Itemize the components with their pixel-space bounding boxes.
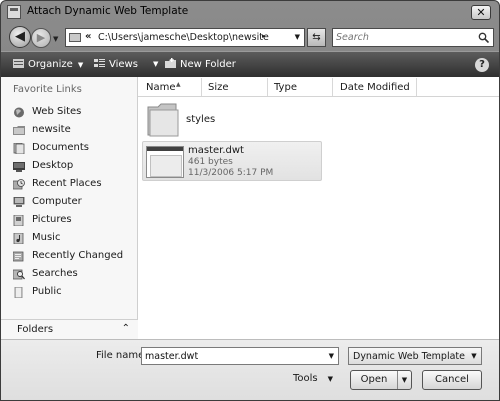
column-size[interactable]: Size (208, 82, 229, 93)
new-folder-icon (165, 58, 176, 68)
list-item-master-dwt[interactable]: master.dwt 461 bytes 11/3/2006 5:17 PM (142, 141, 322, 181)
column-divider[interactable] (416, 78, 417, 96)
sidebar-item-label: Web Sites (32, 106, 82, 117)
bottom-panel: File name: ▼ Dynamic Web Template (*.dw … (1, 339, 499, 400)
organize-button[interactable]: Organize ▼ (13, 58, 83, 70)
dialog-window: Attach Dynamic Web Template ✕ ◀ ▶ ▼ « C:… (0, 0, 500, 401)
sidebar-item-label: Music (32, 232, 61, 243)
folders-label: Folders (17, 324, 54, 335)
command-toolbar: Organize ▼ Views ▼ New Folder ? (1, 51, 499, 77)
folder-icon (147, 103, 179, 137)
chevron-down-icon[interactable]: ▼ (329, 352, 334, 360)
file-size: 461 bytes (188, 157, 233, 167)
file-list: Name ▲ Size Type Date Modified styles ma… (138, 77, 499, 339)
search-input[interactable] (336, 30, 472, 45)
views-label: Views (109, 59, 138, 70)
breadcrumb-arrow[interactable]: ▸ (262, 32, 266, 40)
refresh-button[interactable]: ⇆ (307, 28, 326, 47)
public-icon (14, 287, 23, 298)
sidebar-item-label: Desktop (32, 160, 74, 171)
folder-name: styles (186, 114, 216, 125)
document-thumbnail-icon (146, 146, 184, 178)
column-header-row: Name ▲ Size Type Date Modified (138, 77, 499, 97)
views-button[interactable]: Views (94, 58, 138, 70)
sidebar-item-label: Recent Places (32, 178, 102, 189)
file-name-input[interactable] (145, 349, 315, 363)
file-type-value: Dynamic Web Template (*.dw (353, 351, 482, 362)
column-divider[interactable] (332, 78, 333, 96)
music-icon (13, 233, 24, 244)
sidebar-item-label: Recently Changed (32, 250, 124, 261)
sidebar-item-label: Documents (32, 142, 90, 153)
organize-icon (13, 59, 24, 68)
close-button[interactable]: ✕ (471, 5, 491, 20)
help-icon[interactable]: ? (475, 58, 489, 72)
sort-ascending-icon: ▲ (176, 81, 181, 88)
file-name: master.dwt (188, 145, 244, 156)
open-options-dropdown[interactable]: ▼ (397, 371, 411, 389)
refresh-icon: ⇆ (312, 32, 321, 43)
folder-icon (69, 33, 81, 42)
column-divider[interactable] (201, 78, 202, 96)
column-name[interactable]: Name ▲ (146, 81, 181, 93)
back-button[interactable]: ◀ (9, 26, 31, 48)
open-label: Open (360, 374, 388, 385)
new-folder-button[interactable]: New Folder (165, 58, 236, 70)
tools-menu-button[interactable]: Tools ▼ (293, 373, 333, 384)
file-name-label: File name: (96, 350, 148, 361)
folder-icon (13, 126, 25, 135)
breadcrumb-overflow[interactable]: « (85, 31, 91, 42)
app-icon (7, 5, 21, 19)
file-type-select[interactable]: Dynamic Web Template (*.dw ▼ (348, 347, 482, 365)
chevron-down-icon: ▼ (327, 375, 334, 383)
title-bar: Attach Dynamic Web Template ✕ (1, 1, 499, 23)
searches-icon (13, 269, 25, 280)
sidebar-item-label: newsite (32, 124, 71, 135)
navigation-pane: Favorite Links Web Sites newsite Documen… (1, 77, 138, 339)
folders-toggle[interactable]: Folders ⌃ (1, 319, 138, 339)
chevron-down-icon[interactable]: ▼ (467, 348, 481, 364)
sidebar-item-label: Public (32, 286, 62, 297)
desktop-icon (13, 162, 25, 172)
sidebar-item-label: Searches (32, 268, 78, 279)
favorite-links-heading: Favorite Links (13, 84, 82, 95)
column-divider[interactable] (267, 78, 268, 96)
globe-icon (14, 107, 24, 118)
search-box[interactable] (332, 28, 494, 47)
address-bar[interactable]: « C:\Users\jamesche\Desktop\newsite ▸ ▼ (65, 28, 305, 47)
pictures-icon (13, 215, 24, 226)
column-date-modified[interactable]: Date Modified (340, 82, 410, 93)
file-name-combobox[interactable]: ▼ (141, 347, 339, 365)
column-type[interactable]: Type (274, 82, 297, 93)
address-row: ◀ ▶ ▼ « C:\Users\jamesche\Desktop\newsit… (1, 23, 499, 51)
chevron-up-icon: ⌃ (121, 323, 130, 334)
sidebar-item-label: Computer (32, 196, 82, 207)
recent-pages-dropdown[interactable]: ▼ (53, 35, 58, 43)
forward-button[interactable]: ▶ (31, 28, 51, 48)
documents-icon (13, 143, 25, 154)
breadcrumb-path[interactable]: C:\Users\jamesche\Desktop\newsite (98, 32, 269, 43)
organize-label: Organize (28, 59, 73, 70)
cancel-button[interactable]: Cancel (422, 370, 482, 390)
window-title: Attach Dynamic Web Template (27, 5, 189, 17)
recent-places-icon (13, 179, 25, 190)
views-dropdown[interactable]: ▼ (148, 58, 158, 69)
views-icon (94, 59, 105, 67)
file-date: 11/3/2006 5:17 PM (188, 168, 274, 178)
computer-icon (13, 197, 25, 207)
sidebar-item-label: Pictures (32, 214, 72, 225)
forward-arrow-icon: ▶ (36, 31, 46, 44)
search-icon (478, 32, 489, 43)
new-folder-label: New Folder (180, 59, 236, 70)
open-button[interactable]: Open ▼ (350, 370, 412, 390)
tools-label: Tools (293, 373, 318, 384)
address-dropdown[interactable]: ▼ (295, 33, 300, 41)
recently-changed-icon (13, 251, 24, 262)
list-item-styles-folder[interactable]: styles (146, 101, 266, 141)
back-arrow-icon: ◀ (15, 29, 25, 44)
